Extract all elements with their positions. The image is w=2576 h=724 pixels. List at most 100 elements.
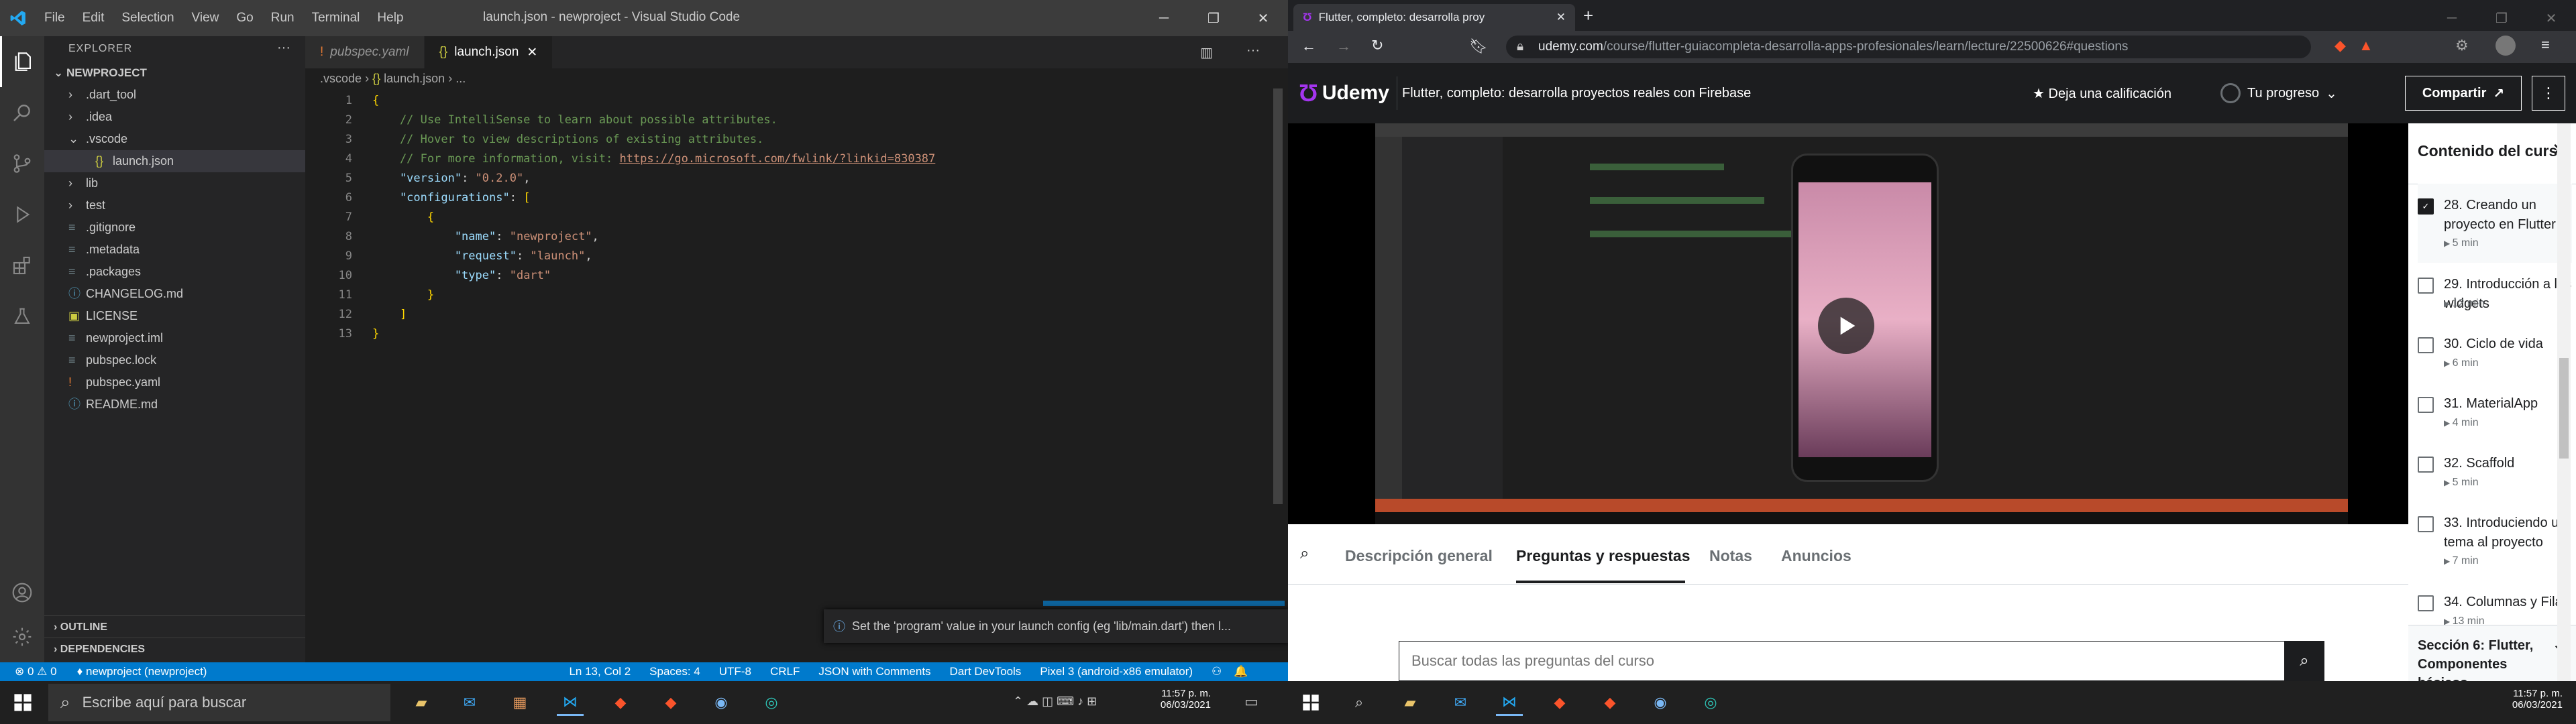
app-taskbar-icon-2[interactable]: ◎ bbox=[758, 689, 785, 716]
rate-course-link[interactable]: ★ Deja una calificación bbox=[2033, 85, 2171, 102]
account-icon[interactable] bbox=[0, 567, 44, 618]
tree-item[interactable]: › test bbox=[44, 194, 305, 217]
code-token[interactable]: https://go.microsoft.com/fwlink/?linkid=… bbox=[619, 152, 935, 166]
browser-tab[interactable]: Ʊ Flutter, completo: desarrolla proy ✕ bbox=[1293, 4, 1575, 31]
menu-item-help[interactable]: Help bbox=[377, 11, 403, 25]
testing-flask-icon[interactable] bbox=[0, 291, 44, 342]
app-taskbar-icon-3[interactable]: ◉ bbox=[1647, 689, 1674, 716]
minimize-button[interactable]: ─ bbox=[1139, 0, 1189, 36]
search-icon[interactable] bbox=[0, 87, 44, 138]
tab-pubspec-yaml[interactable]: ! pubspec.yaml bbox=[305, 36, 425, 68]
problems-status[interactable]: ⊗ 0 ⚠ 0 bbox=[15, 665, 57, 678]
file-explorer-icon[interactable]: ▰ bbox=[408, 689, 435, 716]
lecture-checkbox[interactable] bbox=[2418, 397, 2434, 413]
lecture-item[interactable]: 33. Introduciendo un tema al proyecto ▶ 7… bbox=[2418, 501, 2572, 581]
lecture-checkbox[interactable] bbox=[2418, 278, 2434, 294]
tab-launch-json[interactable]: {} launch.json ✕ bbox=[424, 36, 553, 68]
sidebar-scrollbar[interactable] bbox=[2557, 123, 2571, 681]
maximize-button[interactable]: ❐ bbox=[1189, 0, 1238, 36]
windows-start-icon[interactable] bbox=[9, 689, 36, 716]
lecture-checkbox[interactable] bbox=[2418, 337, 2434, 353]
questions-search-input[interactable] bbox=[1399, 642, 2271, 680]
split-editor-icon[interactable]: ▥ bbox=[1200, 44, 1213, 61]
lecture-checkbox[interactable] bbox=[2418, 595, 2434, 611]
video-player[interactable] bbox=[1288, 123, 2408, 524]
right-clock[interactable]: 11:57 p. m. 06/03/2021 bbox=[2489, 688, 2563, 711]
brave-rewards-icon[interactable]: ▲ bbox=[2359, 37, 2373, 54]
device-selector[interactable]: Pixel 3 (android-x86 emulator) bbox=[1040, 665, 1193, 678]
lecture-checkbox[interactable] bbox=[2418, 457, 2434, 473]
tab-notas[interactable]: Notas bbox=[1709, 547, 1752, 565]
settings-gear-icon[interactable] bbox=[0, 611, 44, 662]
tree-item[interactable]: ≡ .metadata bbox=[44, 239, 305, 261]
vscode-taskbar-icon[interactable]: ⋈ bbox=[557, 689, 584, 716]
menu-item-edit[interactable]: Edit bbox=[83, 11, 105, 25]
play-button[interactable] bbox=[1818, 298, 1874, 354]
breadcrumb-vscode[interactable]: .vscode bbox=[320, 72, 362, 85]
language-mode[interactable]: JSON with Comments bbox=[818, 665, 930, 678]
vscode-taskbar-icon-2[interactable]: ⋈ bbox=[1496, 689, 1523, 716]
left-clock[interactable]: 11:57 p. m. 06/03/2021 bbox=[1144, 688, 1211, 711]
file-explorer-icon-2[interactable]: ▰ bbox=[1397, 689, 1424, 716]
lecture-item[interactable]: 32. Scaffold ▶ 5 min bbox=[2418, 442, 2572, 501]
menu-item-run[interactable]: Run bbox=[271, 11, 294, 25]
reload-icon[interactable]: ↻ bbox=[1371, 37, 1383, 54]
mail-icon[interactable]: ✉ bbox=[456, 689, 483, 716]
charts-app-icon[interactable]: ▦ bbox=[506, 689, 533, 716]
explorer-icon[interactable] bbox=[0, 36, 44, 87]
more-actions-icon[interactable]: ··· bbox=[277, 40, 290, 56]
code-editor[interactable]: 1{2 // Use IntelliSense to learn about p… bbox=[305, 88, 1288, 344]
system-tray[interactable]: ⌃ ☁ ◫ ⌨ ♪ ⊞ bbox=[1013, 695, 1097, 709]
new-tab-button[interactable]: + bbox=[1583, 5, 1593, 26]
tree-item[interactable]: ▣ LICENSE bbox=[44, 305, 305, 327]
udemy-logo[interactable]: Ʊ Udemy bbox=[1299, 79, 1389, 107]
tab-anuncios[interactable]: Anuncios bbox=[1781, 547, 1851, 565]
extensions-icon[interactable] bbox=[0, 240, 44, 291]
section-header[interactable]: Sección 6: Flutter, Componentes básicos … bbox=[2408, 625, 2576, 681]
taskbar-search[interactable]: ⌕ Escribe aquí para buscar bbox=[48, 684, 390, 721]
menu-item-terminal[interactable]: Terminal bbox=[312, 11, 360, 25]
app-taskbar-icon-4[interactable]: ◎ bbox=[1697, 689, 1724, 716]
questions-search[interactable]: ⌕ bbox=[1399, 641, 2324, 681]
extension-icon[interactable]: ⚙ bbox=[2455, 37, 2469, 54]
lecture-checkbox[interactable]: ✓ bbox=[2418, 198, 2434, 215]
tree-item[interactable]: ≡ pubspec.lock bbox=[44, 349, 305, 371]
dart-devtools[interactable]: Dart DevTools bbox=[950, 665, 1022, 678]
close-tab-icon[interactable]: ✕ bbox=[1556, 11, 1566, 24]
brave-taskbar-icon-2[interactable]: ◆ bbox=[657, 689, 684, 716]
lecture-item[interactable]: 29. Introducción a los widgets ▶ 12 min bbox=[2418, 263, 2572, 322]
tree-item[interactable]: ⓘ README.md bbox=[44, 394, 305, 416]
project-root[interactable]: ⌄ NEWPROJECT bbox=[44, 62, 305, 84]
dart-project-status[interactable]: ♦ newproject (newproject) bbox=[77, 665, 207, 678]
lecture-item[interactable]: 31. MaterialApp ▶ 4 min bbox=[2418, 382, 2572, 442]
tree-item[interactable]: › .idea bbox=[44, 106, 305, 128]
encoding-status[interactable]: UTF-8 bbox=[719, 665, 751, 678]
tree-item[interactable]: ⓘ CHANGELOG.md bbox=[44, 283, 305, 305]
cursor-position[interactable]: Ln 13, Col 2 bbox=[569, 665, 631, 678]
search-icon[interactable]: ⌕ bbox=[1300, 544, 1309, 563]
eol-status[interactable]: CRLF bbox=[770, 665, 800, 678]
bookmark-icon[interactable]: 🔖︎ bbox=[1469, 38, 1488, 55]
back-arrow-icon[interactable]: ← bbox=[1301, 38, 1316, 55]
tab-preguntas[interactable]: Preguntas y respuestas bbox=[1516, 547, 1690, 565]
url-input[interactable]: 🔒︎ udemy.com/course/flutter-guiacompleta… bbox=[1506, 36, 2311, 58]
brave-shield-icon[interactable]: ◆ bbox=[2334, 37, 2346, 54]
editor-more-icon[interactable]: ··· bbox=[1246, 43, 1260, 58]
dependencies-section[interactable]: › DEPENDENCIES bbox=[44, 638, 305, 660]
run-debug-icon[interactable] bbox=[0, 189, 44, 240]
forward-arrow-icon[interactable]: → bbox=[1336, 38, 1351, 55]
close-button[interactable]: ✕ bbox=[1238, 0, 1288, 36]
tree-item[interactable]: ≡ .gitignore bbox=[44, 217, 305, 239]
menu-item-go[interactable]: Go bbox=[236, 11, 253, 25]
live-share-icon[interactable]: ⚇ bbox=[1212, 665, 1222, 678]
tree-item[interactable]: ⌄ .vscode bbox=[44, 128, 305, 150]
notifications-icon[interactable]: ▭ bbox=[1244, 693, 1258, 711]
tree-item[interactable]: › lib bbox=[44, 172, 305, 194]
close-tab-icon[interactable]: ✕ bbox=[527, 45, 537, 60]
indentation-status[interactable]: Spaces: 4 bbox=[649, 665, 700, 678]
tree-item[interactable]: ! pubspec.yaml bbox=[44, 371, 305, 394]
progress-dropdown[interactable]: Tu progreso ⌄ bbox=[2220, 83, 2337, 103]
source-control-icon[interactable] bbox=[0, 138, 44, 189]
browser-menu-icon[interactable]: ≡ bbox=[2541, 36, 2550, 54]
search-submit-button[interactable]: ⌕ bbox=[2284, 641, 2324, 681]
